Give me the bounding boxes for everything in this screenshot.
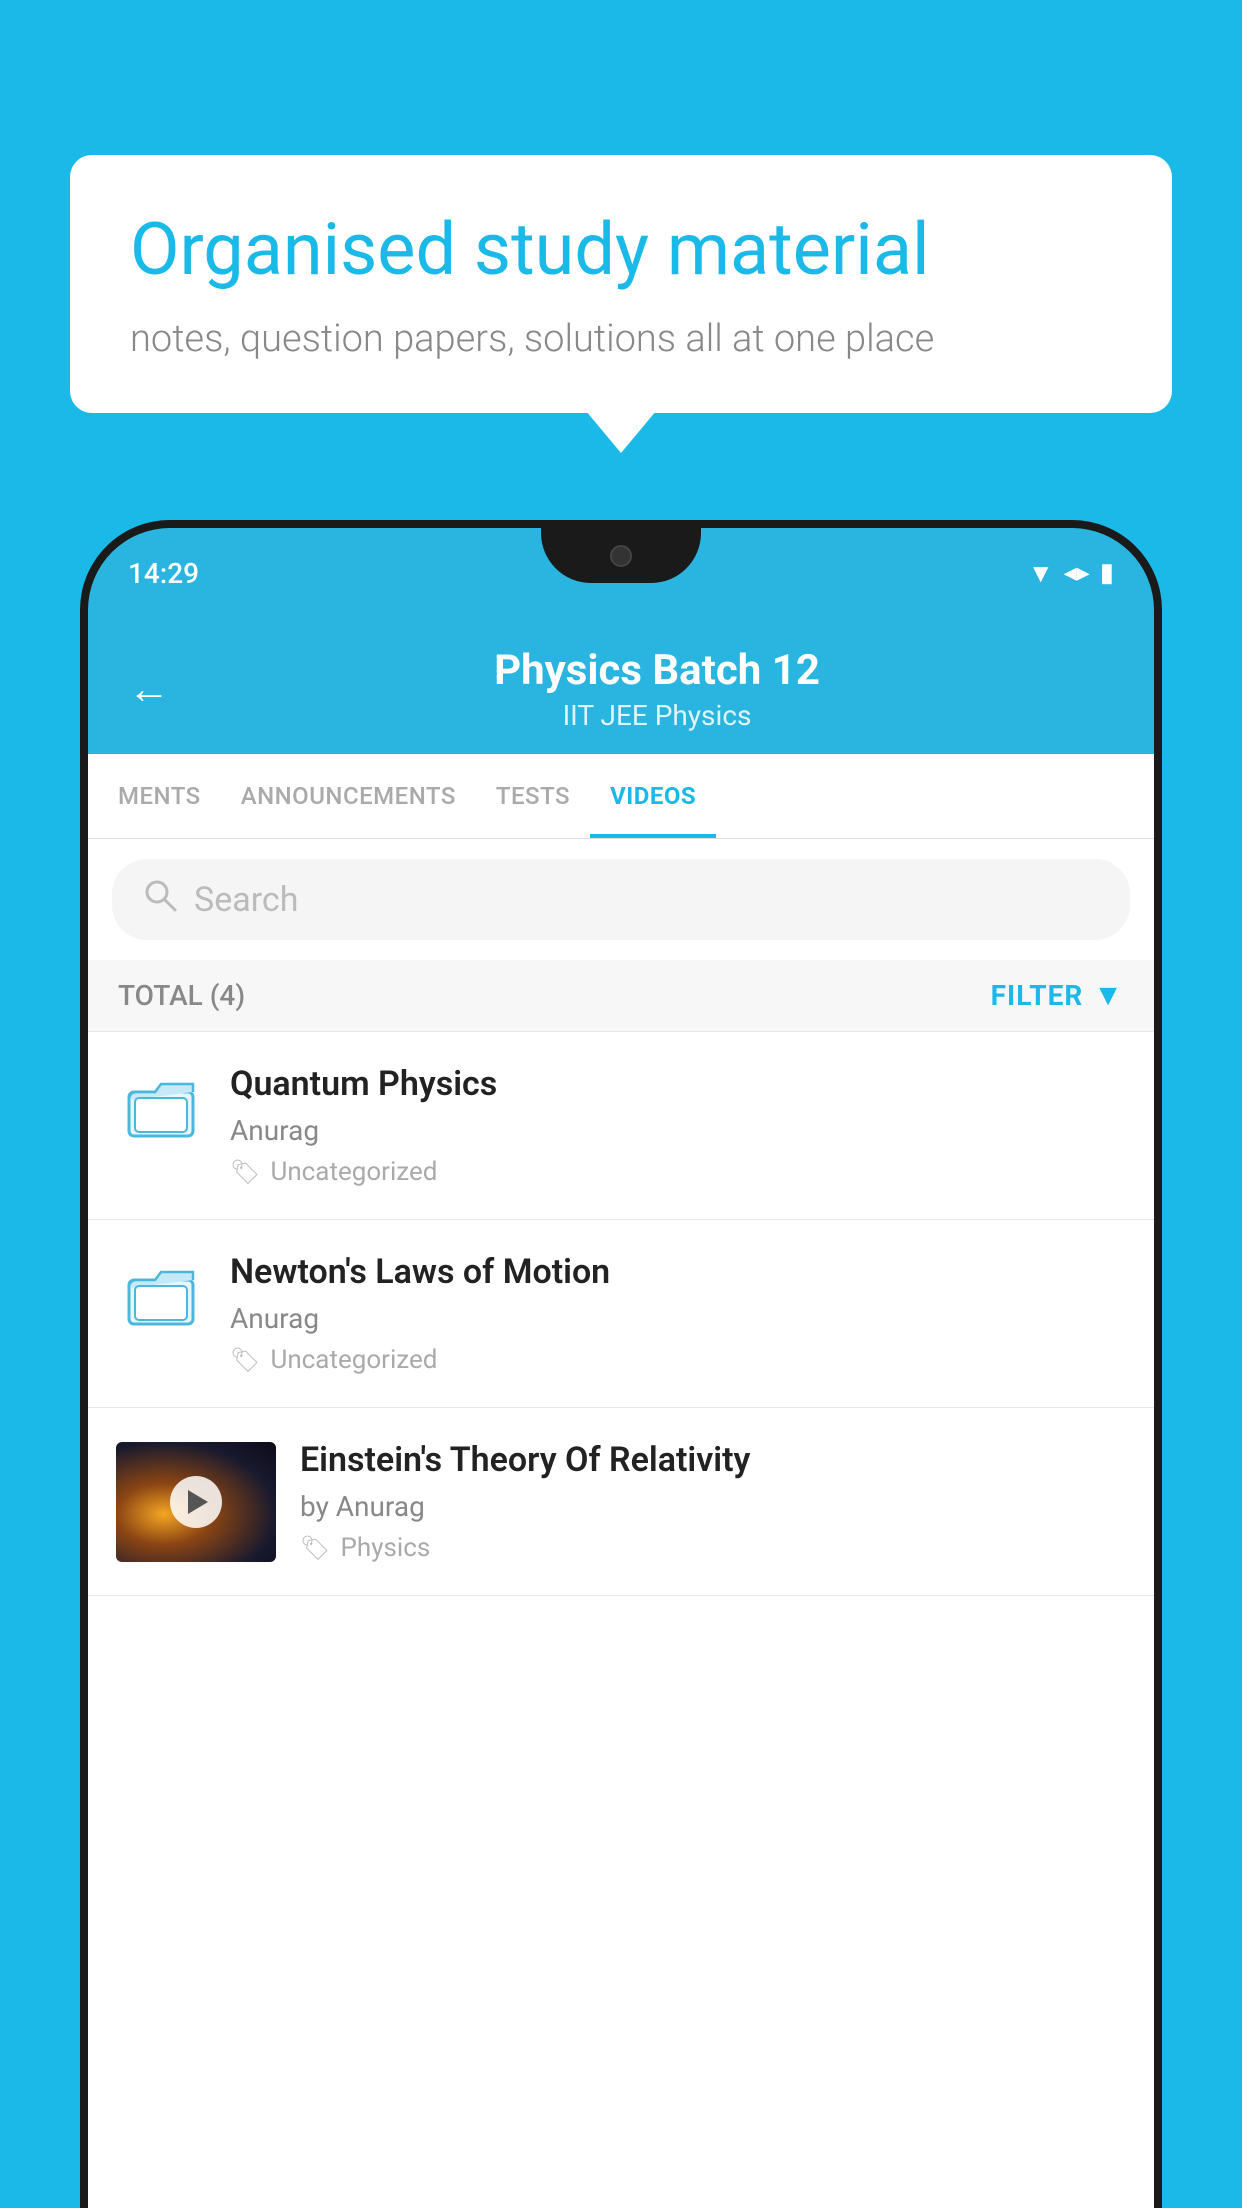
header-title: Physics Batch 12 (200, 646, 1114, 695)
search-icon (142, 877, 178, 922)
header-subtitle: IIT JEE Physics (200, 699, 1114, 732)
tabs-bar: MENTS ANNOUNCEMENTS TESTS VIDEOS (88, 754, 1154, 839)
battery-icon: ▮ (1100, 558, 1114, 588)
tag-icon-1: 🏷 (230, 1158, 260, 1186)
app-screen: ← Physics Batch 12 IIT JEE Physics MENTS… (88, 618, 1154, 2208)
tab-tests[interactable]: TESTS (476, 754, 590, 838)
bubble-subtitle: notes, question papers, solutions all at… (130, 317, 1112, 361)
video-info-3: Einstein's Theory Of Relativity by Anura… (300, 1440, 1126, 1563)
folder-icon-1 (125, 1070, 197, 1142)
video-tag-2: 🏷 Uncategorized (230, 1345, 1126, 1375)
tag-icon-2: 🏷 (230, 1346, 260, 1374)
tag-label-2: Uncategorized (270, 1345, 437, 1375)
search-placeholder: Search (194, 880, 298, 920)
speech-bubble: Organised study material notes, question… (70, 155, 1172, 413)
tab-ments[interactable]: MENTS (98, 754, 221, 838)
play-button-3[interactable] (170, 1476, 222, 1528)
filter-label: FILTER (991, 979, 1084, 1012)
app-header: ← Physics Batch 12 IIT JEE Physics (88, 618, 1154, 754)
status-time: 14:29 (128, 557, 199, 590)
video-item-1[interactable]: Quantum Physics Anurag 🏷 Uncategorized (88, 1032, 1154, 1220)
status-icons: ▼ ◂▸ ▮ (1028, 558, 1114, 589)
status-bar: 14:29 ▼ ◂▸ ▮ (88, 528, 1154, 618)
video-thumbnail-3 (116, 1442, 276, 1562)
bubble-title: Organised study material (130, 207, 1112, 293)
filter-row: TOTAL (4) FILTER ▼ (88, 960, 1154, 1032)
filter-funnel-icon: ▼ (1093, 978, 1124, 1013)
tag-icon-3: 🏷 (300, 1534, 330, 1562)
tab-videos[interactable]: VIDEOS (590, 754, 716, 838)
video-item-3[interactable]: Einstein's Theory Of Relativity by Anura… (88, 1408, 1154, 1596)
video-title-2: Newton's Laws of Motion (230, 1252, 1126, 1292)
search-bar-container: Search (88, 839, 1154, 960)
folder-icon-wrapper-2 (116, 1252, 206, 1330)
video-list: Quantum Physics Anurag 🏷 Uncategorized (88, 1032, 1154, 2208)
total-count: TOTAL (4) (118, 979, 245, 1012)
video-author-3: by Anurag (300, 1490, 1126, 1523)
filter-button[interactable]: FILTER ▼ (991, 978, 1124, 1013)
phone-inner: 14:29 ▼ ◂▸ ▮ ← Physics Batch 12 IIT JEE … (88, 528, 1154, 2208)
video-author-2: Anurag (230, 1302, 1126, 1335)
header-text: Physics Batch 12 IIT JEE Physics (200, 646, 1114, 732)
video-item-2[interactable]: Newton's Laws of Motion Anurag 🏷 Uncateg… (88, 1220, 1154, 1408)
tag-label-3: Physics (340, 1533, 430, 1563)
signal-icon: ◂▸ (1064, 558, 1090, 588)
play-triangle-3 (188, 1490, 208, 1514)
search-input-wrapper[interactable]: Search (112, 859, 1130, 940)
video-tag-3: 🏷 Physics (300, 1533, 1126, 1563)
video-title-1: Quantum Physics (230, 1064, 1126, 1104)
tag-label-1: Uncategorized (270, 1157, 437, 1187)
video-author-1: Anurag (230, 1114, 1126, 1147)
wifi-icon: ▼ (1028, 558, 1054, 589)
folder-icon-wrapper-1 (116, 1064, 206, 1142)
back-button[interactable]: ← (128, 665, 170, 714)
phone-frame: 14:29 ▼ ◂▸ ▮ ← Physics Batch 12 IIT JEE … (80, 520, 1162, 2208)
speech-bubble-section: Organised study material notes, question… (70, 155, 1172, 413)
video-title-3: Einstein's Theory Of Relativity (300, 1440, 1126, 1480)
notch-cutout (541, 528, 701, 583)
camera-dot (610, 545, 632, 567)
tab-announcements[interactable]: ANNOUNCEMENTS (221, 754, 476, 838)
video-tag-1: 🏷 Uncategorized (230, 1157, 1126, 1187)
video-info-1: Quantum Physics Anurag 🏷 Uncategorized (230, 1064, 1126, 1187)
video-info-2: Newton's Laws of Motion Anurag 🏷 Uncateg… (230, 1252, 1126, 1375)
folder-icon-2 (125, 1258, 197, 1330)
